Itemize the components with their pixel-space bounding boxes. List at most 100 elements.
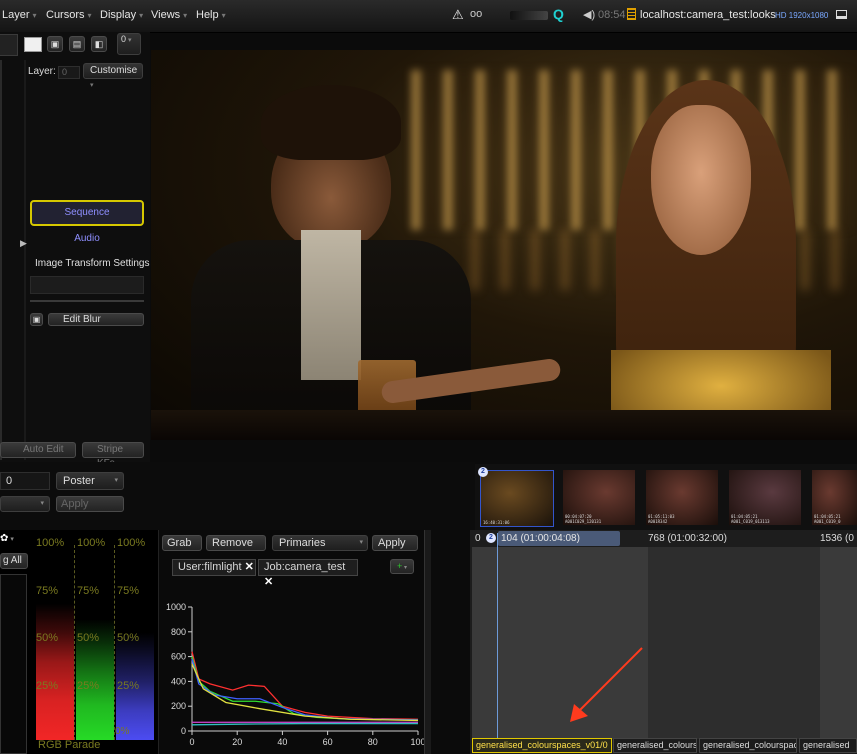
close-icon[interactable]: ✕	[245, 561, 254, 573]
frame-label-768: 768 (01:00:32:00)	[648, 533, 727, 544]
warning-icon[interactable]: ⚠	[452, 7, 464, 23]
playhead[interactable]	[497, 533, 498, 753]
scope-label-50: 50%	[117, 632, 140, 644]
menu-layer[interactable]: Layer ▾	[2, 9, 37, 21]
apply-button[interactable]: Apply	[372, 535, 418, 551]
man-hair	[261, 85, 401, 160]
timeline-shot-2[interactable]	[648, 547, 820, 739]
save-icon[interactable]: ▣	[47, 36, 63, 52]
timeline-shot-3[interactable]	[820, 547, 857, 739]
woman-face	[651, 105, 751, 255]
frame-label-1536: 1536 (0	[820, 533, 854, 544]
thumbnail-3[interactable]: 01:05:11:03 A001R342	[646, 470, 718, 525]
stripe-kfs-button[interactable]: Stripe KFs	[82, 442, 144, 469]
x-tick-label: 80	[368, 737, 378, 747]
scope-label-100: 100%	[36, 537, 65, 549]
queue-icon[interactable]: Q	[553, 6, 564, 22]
thumbnail-1[interactable]: 16:40:31:06	[480, 470, 554, 527]
timeline-tab-4[interactable]: generalised	[799, 738, 857, 753]
thumbnail-badge: 2	[478, 467, 488, 477]
menu-bar: Layer ▾ Cursors ▾ Display ▾ Views ▾ Help ▾ ⚠ …	[0, 0, 857, 33]
edit-blur-button[interactable]: Edit Blur	[48, 313, 144, 326]
glasses-icon[interactable]: oo	[470, 8, 482, 20]
bar-counter	[151, 410, 857, 440]
thumbnail-4[interactable]: 01:04:05:21 A001_C019_013113	[729, 470, 801, 525]
number-dropdown[interactable]: 0 ▾	[117, 33, 141, 55]
close-icon[interactable]: ✕	[264, 576, 273, 588]
thumbnail-5[interactable]: 01:04:05:21 A001_C019_0	[812, 470, 857, 525]
scope-side-bar	[0, 574, 27, 754]
grab-button[interactable]: Grab	[162, 535, 202, 551]
scope-label-50: 50%	[77, 632, 100, 644]
annotation-arrow	[570, 647, 643, 722]
layer-value[interactable]: 0	[58, 66, 80, 79]
timeline-tab-1[interactable]: generalised_colourspaces_v01/0	[472, 738, 612, 753]
apply-button-disabled[interactable]: Apply	[56, 496, 124, 512]
value-field[interactable]: 0	[0, 472, 50, 490]
menu-display[interactable]: Display ▾	[100, 9, 143, 21]
x-tick-label: 100	[410, 737, 425, 747]
audio-button[interactable]: Audio	[30, 229, 144, 249]
image-transform-label: Image Transform Settings	[35, 258, 150, 269]
menu-cursors[interactable]: Cursors ▾	[46, 9, 92, 21]
y-tick-label: 800	[171, 627, 186, 637]
panel-tab-left[interactable]	[0, 34, 18, 56]
tab-user[interactable]: User:filmlight ✕	[172, 559, 256, 576]
white-swatch-icon[interactable]	[24, 37, 42, 52]
scope-caption: RGB Parade	[38, 739, 101, 751]
auto-edit-button[interactable]: Auto Edit	[0, 442, 76, 458]
tab-job[interactable]: Job:camera_test ✕	[258, 559, 358, 588]
layer-label: Layer:	[28, 66, 56, 77]
panel-divider-2	[24, 60, 26, 460]
copy-icon[interactable]: ◧	[91, 36, 107, 52]
thumbnail-2[interactable]: 00:04:07:20 A001C029_120131	[563, 470, 635, 525]
monitor-icon[interactable]	[836, 10, 847, 19]
scope-label-25: 25%	[36, 680, 59, 692]
viewer-image[interactable]	[151, 50, 857, 440]
sequence-button[interactable]: Sequence	[30, 200, 144, 226]
clock-text: 08:54	[598, 9, 626, 21]
expand-arrow-icon[interactable]: ▶	[20, 238, 27, 249]
scope-settings-icon[interactable]: ✿ ▾	[0, 533, 24, 547]
blank-dropdown[interactable]: ▾	[0, 496, 50, 512]
scope-all-button[interactable]: g All	[0, 553, 28, 569]
scope-label-0: 0%	[115, 726, 130, 737]
database-icon	[627, 8, 636, 20]
activity-meter	[510, 11, 548, 20]
scope-label-75: 75%	[117, 585, 140, 597]
speaker-icon[interactable]: ◀)	[583, 8, 595, 21]
y-tick-label: 600	[171, 652, 186, 662]
customise-dropdown[interactable]: Customise ▾	[83, 63, 143, 89]
curve-series-line	[191, 658, 419, 721]
panel-splitter[interactable]	[424, 530, 431, 754]
timeline-tab-2[interactable]: generalised_colours	[613, 738, 697, 753]
y-tick-label: 0	[181, 726, 186, 736]
timeline-tab-3[interactable]: generalised_colourspac	[699, 738, 797, 753]
remove-button[interactable]: Remove	[206, 535, 266, 551]
scope-label-25: 25%	[117, 680, 140, 692]
layers-icon[interactable]: ▤	[69, 36, 85, 52]
poster-dropdown[interactable]: Poster ▾	[56, 472, 124, 490]
separator	[30, 300, 144, 302]
primaries-dropdown[interactable]: Primaries ▾	[272, 535, 368, 551]
x-tick-label: 60	[323, 737, 333, 747]
curve-series-line	[191, 722, 418, 726]
scope-label-100: 100%	[77, 537, 106, 549]
x-tick-label: 20	[232, 737, 242, 747]
x-tick-label: 40	[277, 737, 287, 747]
resolution-badge: HD 1920x1080	[775, 11, 829, 20]
curve-chart[interactable]: 0 200 400 600 800 1000 0 20 40 60 80 100	[160, 595, 425, 754]
blur-icon[interactable]: ▣	[30, 313, 43, 326]
menu-help[interactable]: Help ▾	[196, 9, 226, 21]
x-tick-label: 0	[189, 737, 194, 747]
y-tick-label: 1000	[166, 602, 186, 612]
transform-field[interactable]	[30, 276, 144, 294]
scope-label-75: 75%	[77, 585, 100, 597]
menu-views[interactable]: Views ▾	[151, 9, 187, 21]
scope-label-25: 25%	[77, 680, 100, 692]
scope-divider	[74, 545, 76, 740]
current-frame-label[interactable]: 104 (01:00:04:08)	[498, 531, 620, 546]
location-text[interactable]: localhost:camera_test:looks	[640, 9, 776, 21]
scope-divider	[114, 545, 116, 740]
add-tab-button[interactable]: + ▾	[390, 559, 414, 574]
